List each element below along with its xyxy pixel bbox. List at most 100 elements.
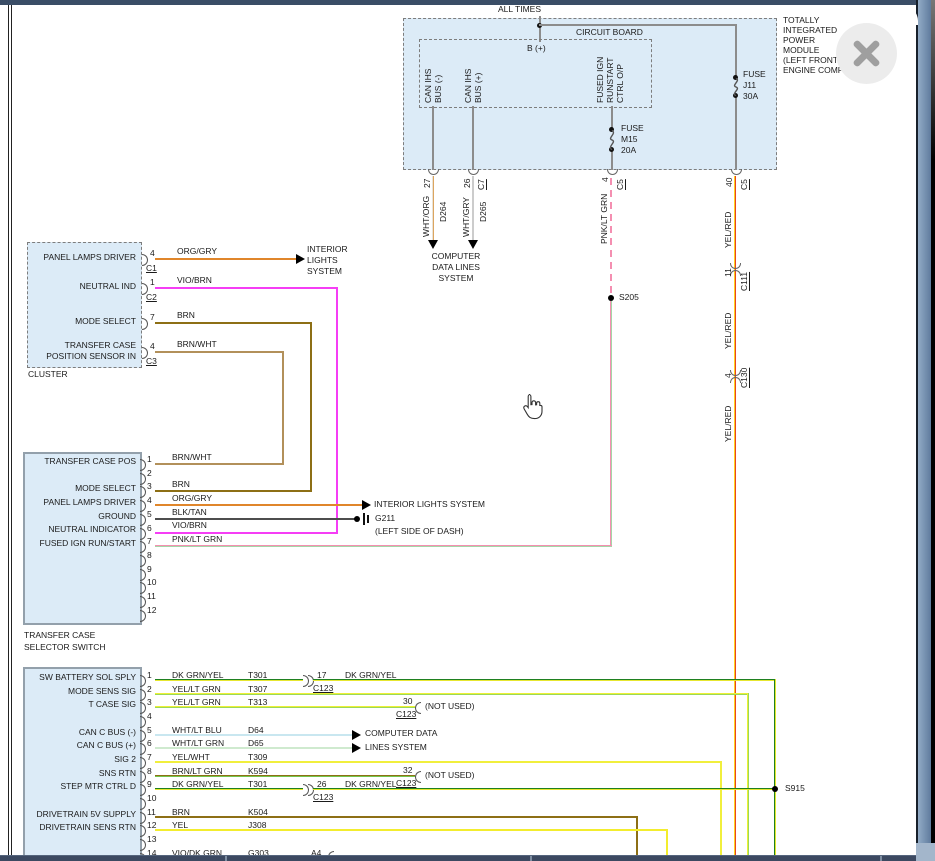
cluster-name: CLUSTER	[28, 369, 68, 379]
pin-arc	[140, 555, 146, 567]
wire-brn-wht-v	[282, 351, 284, 465]
pin-arc	[140, 839, 146, 851]
tcss-label-6: NEUTRAL INDICATOR	[48, 524, 136, 534]
sw-pin-7: 7	[147, 752, 152, 762]
bottom-bar-divider	[530, 856, 532, 861]
fuse-j11-wire-b	[735, 94, 737, 170]
tcss-label-7: FUSED IGN RUN/START	[39, 538, 137, 548]
ground-g211-location: (LEFT SIDE OF DASH)	[375, 526, 464, 536]
tcss-label-4: PANEL LAMPS DRIVER	[43, 497, 136, 507]
pin-arc	[140, 730, 146, 742]
arrow-interior-lights-2	[362, 500, 371, 510]
pin-40: 40	[724, 177, 734, 187]
sw-pin-9: 9	[147, 779, 152, 789]
wire-brn-pin3	[155, 490, 312, 492]
fused-ign-line1: FUSED IGN	[595, 56, 605, 103]
sw-pin-10: 10	[147, 793, 157, 803]
tcss-wire1-label: BRN/WHT	[172, 452, 212, 462]
sw-label-6: CAN C BUS (+)	[76, 740, 136, 750]
can-plus-internal-wire	[472, 106, 474, 170]
sw-pin-13: 13	[147, 834, 157, 844]
sw-j32: 32	[403, 765, 413, 775]
wire-wht-org	[432, 176, 434, 240]
sw-label-3: T CASE SIG	[88, 699, 136, 709]
sw-pin-5: 5	[147, 725, 152, 735]
tcss-wire4-label: ORG/GRY	[172, 493, 212, 503]
wire-label-pnk-lt-grn: PNK/LT GRN	[599, 193, 609, 244]
pin-27: 27	[422, 178, 432, 188]
pin-arc	[140, 610, 146, 622]
pin-arc	[140, 743, 146, 755]
computer-data-lines-3: SYSTEM	[438, 273, 474, 283]
sw-label-12: DRIVETRAIN SENS RTN	[39, 822, 136, 832]
wire-brn-wht-pin1	[155, 463, 284, 465]
tcss-label-1: TRANSFER CASE POS	[44, 456, 136, 466]
interior-lights-system-label: INTERIOR LIGHTS SYSTEM	[374, 499, 485, 509]
fused-ign-internal-wire-b	[611, 150, 613, 170]
tcss-wire7-label: PNK/LT GRN	[172, 534, 223, 544]
cluster-conn-c1: C1	[146, 263, 157, 273]
pin-arc	[142, 318, 148, 330]
pin-4: 4	[600, 177, 610, 182]
arrow-down-can-minus	[428, 240, 438, 249]
wire-wht-gry	[472, 176, 474, 240]
splice-s915-dot	[772, 786, 778, 792]
arrow-down-can-plus	[468, 240, 478, 249]
pin-arc	[140, 528, 146, 540]
tcss-pin-5: 5	[147, 509, 152, 519]
wire-yel-row12-v	[666, 829, 668, 855]
pin-arc	[140, 825, 146, 837]
wire-yel-red	[734, 176, 736, 855]
wire-dk-grn-yel-row1-v	[774, 679, 776, 793]
sw-pin-6: 6	[147, 738, 152, 748]
connector-c130: C130	[739, 367, 749, 388]
fused-ign-line3: CTRL O/P	[615, 64, 625, 103]
pin-arc	[140, 459, 146, 471]
right-scrollbar-track[interactable]	[918, 0, 931, 861]
wire-brn-v	[310, 322, 312, 492]
close-button[interactable]	[836, 23, 897, 84]
fuse-m15-label3: 20A	[621, 145, 637, 155]
right-scrollbar-thumb[interactable]	[931, 0, 935, 861]
connector-c7: C7	[476, 179, 486, 190]
bottom-bar-divider	[225, 856, 227, 861]
cluster-wire2-label: VIO/BRN	[177, 275, 212, 285]
pin-arc	[140, 596, 146, 608]
wire-brn-lt-grn-row8	[155, 775, 415, 777]
wire-vio-brn-v	[336, 287, 338, 534]
wire-org-gry-pin4	[155, 504, 362, 506]
pin-11: 11	[723, 268, 733, 277]
tcss-pin-7: 7	[147, 536, 152, 546]
wire-pnk-lt-grn-vertical	[610, 301, 612, 547]
cluster-row1-label: PANEL LAMPS DRIVER	[43, 252, 136, 262]
cluster-conn-c2: C2	[146, 292, 157, 302]
sw-j30: 30	[403, 696, 413, 706]
wire-pnk-lt-grn-pin7	[155, 545, 612, 547]
connector-c5-yelred: C5	[739, 179, 749, 190]
tcss-label-5: GROUND	[98, 511, 136, 521]
connector-arc	[468, 169, 479, 175]
sw-not-used-1: (NOT USED)	[425, 701, 475, 711]
connector-arc	[428, 169, 439, 175]
connector-c111: C111	[739, 271, 749, 291]
pin-arc	[140, 675, 146, 687]
pin-arc	[140, 716, 146, 728]
wire-yel-wht-row7-v	[720, 761, 722, 855]
ground-g211-label: G211	[375, 513, 396, 523]
wiring-diagram-viewer: ALL TIMES B (+) CIRCUIT BOARD CAN IHS BU…	[0, 0, 935, 861]
diagram-canvas[interactable]: ALL TIMES B (+) CIRCUIT BOARD CAN IHS BU…	[0, 0, 916, 861]
computer-data-lines-1: COMPUTER	[431, 251, 481, 261]
sw-not-used-2: (NOT USED)	[425, 770, 475, 780]
circuit-d265: D265	[478, 201, 488, 222]
arrow-computer-data-2	[352, 743, 361, 753]
cluster-row3-label: MODE SELECT	[75, 316, 136, 326]
cluster-conn-c3: C3	[146, 356, 157, 366]
pin-arc	[140, 582, 146, 594]
arrow-interior-lights	[296, 254, 305, 264]
wire-label-yel-red-1: YEL/RED	[723, 211, 733, 248]
sw-j26-c123: C123	[313, 792, 334, 802]
wire-dk-grn-yel-below-s915	[774, 793, 776, 855]
sw-label-2: MODE SENS SIG	[67, 686, 136, 696]
bottom-window-bar	[0, 855, 916, 861]
wire-vio-brn-pin6	[155, 532, 338, 534]
